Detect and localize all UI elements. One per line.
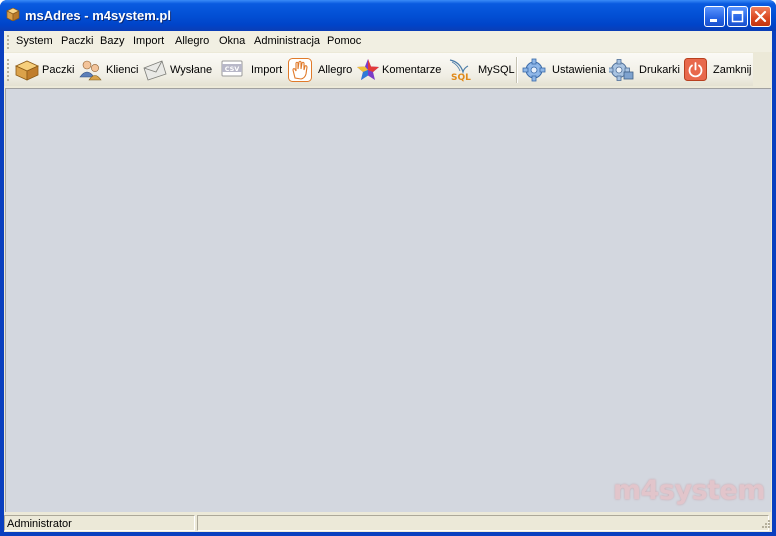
package-icon (15, 60, 39, 81)
svg-text:SQL: SQL (451, 73, 471, 82)
printer-gear-icon (609, 59, 634, 81)
maximize-icon (731, 10, 744, 23)
power-icon (684, 58, 707, 81)
svg-text:CSV: CSV (225, 65, 240, 73)
menu-grip-icon[interactable] (7, 35, 10, 49)
hand-icon (288, 58, 312, 82)
status-panel-user: Administrator (4, 515, 195, 531)
menu-system[interactable]: System (16, 35, 53, 47)
clients-icon (79, 60, 102, 81)
gear-icon (522, 58, 546, 82)
menu-allegro[interactable]: Allegro (175, 35, 209, 47)
toolbar-wyslane-button[interactable]: Wysłane (142, 58, 217, 82)
mdi-workspace[interactable]: m4system (5, 88, 771, 512)
status-panel-info (197, 515, 769, 531)
close-icon (754, 10, 767, 23)
toolbar-klienci-button[interactable]: Klienci (78, 58, 140, 82)
toolbar-ustawienia-button[interactable]: Ustawienia (522, 58, 606, 82)
menu-pomoc[interactable]: Pomoc (327, 35, 361, 47)
menu-okna[interactable]: Okna (219, 35, 245, 47)
client-area: System Paczki Bazy Import Allegro Okna A… (4, 31, 772, 532)
toolbar-drukarki-label: Drukarki (639, 64, 680, 76)
maximize-button[interactable] (727, 6, 748, 27)
mysql-icon: SQL (449, 59, 471, 82)
toolbar-zamknij-button[interactable]: Zamknij (684, 58, 752, 82)
minimize-icon (710, 19, 717, 22)
envelope-icon (143, 60, 167, 81)
toolbar: Paczki Klienci Wysłane CSV Import Allegr… (4, 53, 753, 86)
title-bar[interactable]: msAdres - m4system.pl (0, 0, 776, 31)
close-button[interactable] (750, 6, 771, 27)
menu-paczki[interactable]: Paczki (61, 35, 93, 47)
toolbar-allegro-label: Allegro (318, 64, 353, 76)
toolbar-paczki-button[interactable]: Paczki (14, 58, 76, 82)
menu-import[interactable]: Import (133, 35, 164, 47)
minimize-button[interactable] (704, 6, 725, 27)
m4system-watermark: m4system (612, 475, 766, 506)
toolbar-komentarze-label: Komentarze (382, 64, 442, 76)
toolbar-ustawienia-label: Ustawienia (552, 64, 606, 76)
toolbar-komentarze-button[interactable]: Komentarze (356, 58, 444, 82)
toolbar-wyslane-label: Wysłane (170, 64, 213, 76)
status-user-text: Administrator (7, 518, 72, 530)
toolbar-mysql-button[interactable]: SQL MySQL (447, 58, 515, 82)
toolbar-import-button[interactable]: CSV Import (220, 58, 286, 82)
toolbar-separator (516, 57, 517, 83)
toolbar-mysql-label: MySQL (478, 64, 515, 76)
toolbar-drukarki-button[interactable]: Drukarki (609, 58, 681, 82)
menu-bazy[interactable]: Bazy (100, 35, 124, 47)
menu-bar: System Paczki Bazy Import Allegro Okna A… (4, 31, 772, 52)
status-bar: Administrator (4, 513, 772, 532)
package-app-icon (6, 8, 20, 21)
toolbar-zamknij-label: Zamknij (713, 64, 752, 76)
csv-icon: CSV (221, 60, 243, 77)
toolbar-paczki-label: Paczki (42, 64, 75, 76)
resize-grip-icon[interactable] (759, 519, 771, 531)
toolbar-klienci-label: Klienci (106, 64, 139, 76)
menu-administracja[interactable]: Administracja (254, 35, 320, 47)
toolbar-grip-icon[interactable] (7, 59, 10, 81)
app-window: msAdres - m4system.pl System Paczki Bazy… (0, 0, 776, 536)
window-title: msAdres - m4system.pl (25, 8, 171, 23)
toolbar-import-label: Import (251, 64, 283, 76)
star-icon (357, 59, 379, 80)
toolbar-allegro-button[interactable]: Allegro (288, 58, 352, 82)
